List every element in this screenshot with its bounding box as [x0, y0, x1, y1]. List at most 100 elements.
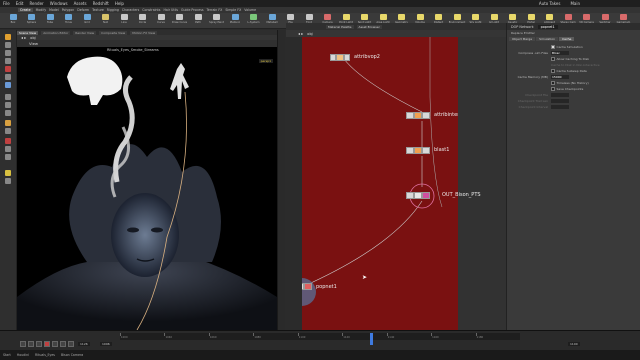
shelf-tab[interactable]: Create	[18, 8, 33, 12]
viewport-tab[interactable]: Composite View	[99, 30, 128, 35]
view-tool-icon[interactable]	[5, 82, 11, 88]
param-field[interactable]	[551, 92, 569, 98]
viewport-path[interactable]: obj	[30, 36, 35, 40]
blast-node[interactable]	[406, 147, 430, 154]
shelf-tool[interactable]: Tube	[43, 14, 57, 28]
param-checkbox[interactable]	[551, 45, 555, 49]
popnet-node[interactable]	[302, 283, 312, 290]
grid-snap-icon[interactable]	[5, 102, 11, 108]
menu-edit[interactable]: Edit	[16, 1, 24, 6]
handle-tool-icon[interactable]	[5, 66, 11, 72]
menu-file[interactable]: File	[3, 1, 10, 6]
network-tab[interactable]: Asset Browser	[356, 24, 382, 29]
shelf-tab[interactable]: Rigging	[107, 8, 119, 12]
capture-icon[interactable]	[5, 146, 11, 152]
shelf-tool[interactable]: Spray Paint	[209, 14, 224, 28]
view-label[interactable]: View	[29, 41, 38, 46]
current-frame-field[interactable]: 1096	[100, 342, 112, 346]
param-field[interactable]: 15000	[551, 74, 569, 80]
jump-start-icon[interactable]	[20, 341, 26, 347]
node-name-field[interactable]: popnet1	[537, 24, 558, 29]
param-checkbox[interactable]	[551, 87, 555, 91]
play-reverse-icon[interactable]	[36, 341, 42, 347]
param-field[interactable]: Blosc	[551, 50, 569, 56]
display-icon[interactable]	[5, 128, 11, 134]
shelf-tab[interactable]: Simple FX	[225, 8, 241, 12]
taskbar-item[interactable]: Rituals_Eyes	[35, 353, 55, 357]
param-field[interactable]	[551, 104, 569, 110]
wire-icon[interactable]	[5, 178, 11, 184]
menu-redshift[interactable]: Redshift	[93, 1, 109, 6]
param-checkbox[interactable]	[551, 69, 555, 73]
param-tab[interactable]: Object Merge	[509, 37, 536, 41]
scene-viewport[interactable]: Rituals_Eyes_Smoke_Streams persp1	[17, 47, 277, 330]
timeline-ruler[interactable]: 1000 1040 1060 1080 1100 1120 1140 1160 1180	[120, 333, 520, 345]
shelf-tab[interactable]: Polygon	[62, 8, 75, 12]
network-path[interactable]: obj	[307, 32, 312, 36]
render-icon[interactable]	[5, 138, 11, 144]
snap-tool-icon[interactable]	[5, 94, 11, 100]
shelf-tool[interactable]: Torus	[62, 14, 76, 28]
shelf-tab[interactable]: Characters	[122, 8, 139, 12]
menu-assets[interactable]: Assets	[74, 1, 87, 6]
taskbar-item[interactable]: Start	[3, 353, 11, 357]
shelf-tab[interactable]: Constraints	[142, 8, 160, 12]
step-back-icon[interactable]	[28, 341, 34, 347]
shelf-tool[interactable]: Platonic	[228, 14, 242, 28]
viewport-tab[interactable]: Render View	[73, 30, 97, 35]
shelf-tool[interactable]: L-System	[247, 14, 261, 28]
menu-right-item[interactable]: Main	[570, 1, 580, 6]
back-icon[interactable]: ◂ ▸	[298, 31, 303, 36]
param-checkbox[interactable]	[551, 57, 555, 61]
viewport-tab[interactable]: Scene View	[17, 30, 39, 35]
range-start-field[interactable]: 1126	[78, 342, 90, 346]
shelf-tool[interactable]: Metaball	[265, 14, 279, 28]
move-tool-icon[interactable]	[5, 42, 11, 48]
shelf-tab[interactable]: Guide Process	[181, 8, 203, 12]
shelf-tool[interactable]: Grid	[80, 14, 94, 28]
taskbar-item[interactable]: Bison Camera	[61, 353, 83, 357]
param-field[interactable]	[551, 98, 569, 104]
camera-menu[interactable]: persp1	[258, 59, 273, 63]
param-tab[interactable]: Cache	[559, 37, 575, 41]
select-tool-icon[interactable]	[5, 34, 11, 40]
viewport-tab[interactable]: Animation Editor	[41, 30, 71, 35]
stop-icon[interactable]	[44, 341, 50, 347]
scale-tool-icon[interactable]	[5, 58, 11, 64]
lock-camera-icon[interactable]	[5, 120, 11, 126]
out-node[interactable]	[406, 192, 430, 199]
play-icon[interactable]	[52, 341, 58, 347]
param-tab[interactable]: Simulation	[536, 37, 559, 41]
shelf-tab[interactable]: Model	[49, 8, 59, 12]
menu-windows[interactable]: Windows	[50, 1, 68, 6]
shelf-tool[interactable]: Draw Curve	[172, 14, 187, 28]
attribvop-node[interactable]	[330, 54, 350, 61]
param-checkbox[interactable]	[551, 81, 555, 85]
pose-tool-icon[interactable]	[5, 74, 11, 80]
viewport-tab[interactable]: Motion FX View	[130, 30, 158, 35]
shelf-tool[interactable]: Curve	[154, 14, 168, 28]
step-forward-icon[interactable]	[60, 341, 66, 347]
shelf-tool[interactable]: Circle	[136, 14, 150, 28]
shelf-tool[interactable]: Path	[191, 14, 205, 28]
jump-end-icon[interactable]	[68, 341, 74, 347]
shelf-tool[interactable]: Line	[117, 14, 131, 28]
shelf-tab[interactable]: Modify	[36, 8, 47, 12]
light-icon[interactable]	[5, 170, 11, 176]
rotate-tool-icon[interactable]	[5, 50, 11, 56]
menu-right-item[interactable]: Auto Takes	[539, 1, 561, 6]
shelf-tab[interactable]: Hair Utils	[163, 8, 178, 12]
shelf-tool[interactable]: Null	[99, 14, 113, 28]
network-tab[interactable]: Material Palette	[326, 24, 354, 29]
shelf-tool[interactable]: Box	[6, 14, 20, 28]
flipbook-icon[interactable]	[5, 154, 11, 160]
end-frame-field[interactable]: 1100	[568, 342, 580, 346]
menu-help[interactable]: Help	[115, 1, 124, 6]
shelf-tab[interactable]: Terrain FX	[207, 8, 223, 12]
taskbar-item[interactable]: Houdini	[17, 353, 29, 357]
playhead[interactable]	[370, 333, 373, 345]
shelf-tab[interactable]: Texture	[92, 8, 104, 12]
attribinterpolate-node[interactable]	[406, 112, 430, 119]
shelf-tool[interactable]: Sphere	[25, 14, 39, 28]
prim-snap-icon[interactable]	[5, 110, 11, 116]
